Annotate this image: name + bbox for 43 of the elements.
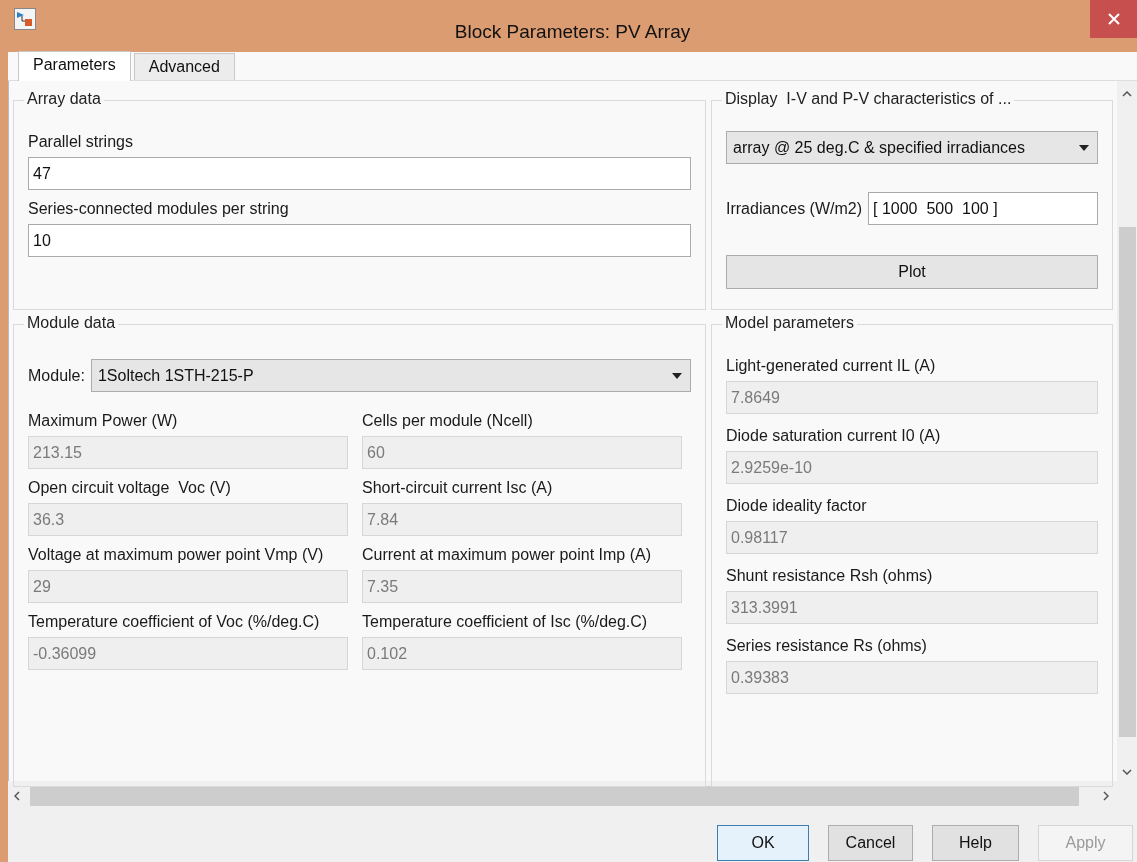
- field-label: Irradiances (W/m2): [726, 199, 863, 218]
- field-label: Light-generated current IL (A): [726, 356, 937, 376]
- field-label: Parallel strings: [28, 132, 134, 152]
- caret-icon: [672, 372, 682, 379]
- group-title: Display I-V and P-V characteristics of ...: [722, 90, 1015, 108]
- plot-button[interactable]: Plot: [726, 255, 1098, 289]
- module-dropdown[interactable]: 1Soltech 1STH-215-P: [90, 359, 691, 392]
- dialog-button[interactable]: OK: [717, 825, 809, 861]
- group-title: Array data: [24, 90, 104, 108]
- tab[interactable]: Advanced: [133, 53, 235, 80]
- field-label: Maximum Power (W): [28, 411, 179, 431]
- scroll-up-icon[interactable]: [1122, 91, 1132, 97]
- input-field[interactable]: 47: [28, 157, 691, 190]
- characteristics-dropdown[interactable]: array @ 25 deg.C & specified irradiances: [726, 131, 1098, 164]
- dialog-button[interactable]: Cancel: [828, 825, 913, 861]
- group-title: Model parameters: [722, 314, 857, 332]
- window-title: Block Parameters: PV Array: [454, 20, 691, 43]
- field-label: Temperature coefficient of Voc (%/deg.C): [28, 612, 321, 632]
- block-icon: [14, 8, 36, 30]
- scroll-left-icon[interactable]: [14, 791, 20, 801]
- field-label: Diode ideality factor: [726, 496, 868, 516]
- field-label: Series-connected modules per string: [28, 199, 290, 219]
- field-label: Shunt resistance Rsh (ohms): [726, 566, 934, 586]
- scroll-down-icon[interactable]: [1122, 769, 1132, 775]
- tab[interactable]: Parameters: [18, 51, 131, 81]
- input-field[interactable]: 10: [28, 224, 691, 257]
- scrollbar-thumb[interactable]: [1118, 227, 1136, 737]
- scroll-right-icon[interactable]: [1103, 791, 1109, 801]
- field-label: Module:: [28, 366, 85, 385]
- field-label: Open circuit voltage Voc (V): [28, 478, 232, 498]
- dialog-button[interactable]: Help: [932, 825, 1019, 861]
- field-label: Current at maximum power point Imp (A): [362, 545, 652, 565]
- field-label: Cells per module (Ncell): [362, 411, 534, 431]
- field-label: Short-circuit current Isc (A): [362, 478, 554, 498]
- field-label: Diode saturation current I0 (A): [726, 426, 942, 446]
- input-field[interactable]: [ 1000 500 100 ]: [868, 192, 1098, 225]
- caret-icon: [1079, 144, 1089, 151]
- close-icon: [1107, 13, 1120, 25]
- scrollbar-thumb[interactable]: [30, 786, 1079, 806]
- field-label: Voltage at maximum power point Vmp (V): [28, 545, 325, 565]
- field-label: Temperature coefficient of Isc (%/deg.C): [362, 612, 649, 632]
- field-label: Series resistance Rs (ohms): [726, 636, 928, 656]
- close-button[interactable]: [1090, 0, 1137, 38]
